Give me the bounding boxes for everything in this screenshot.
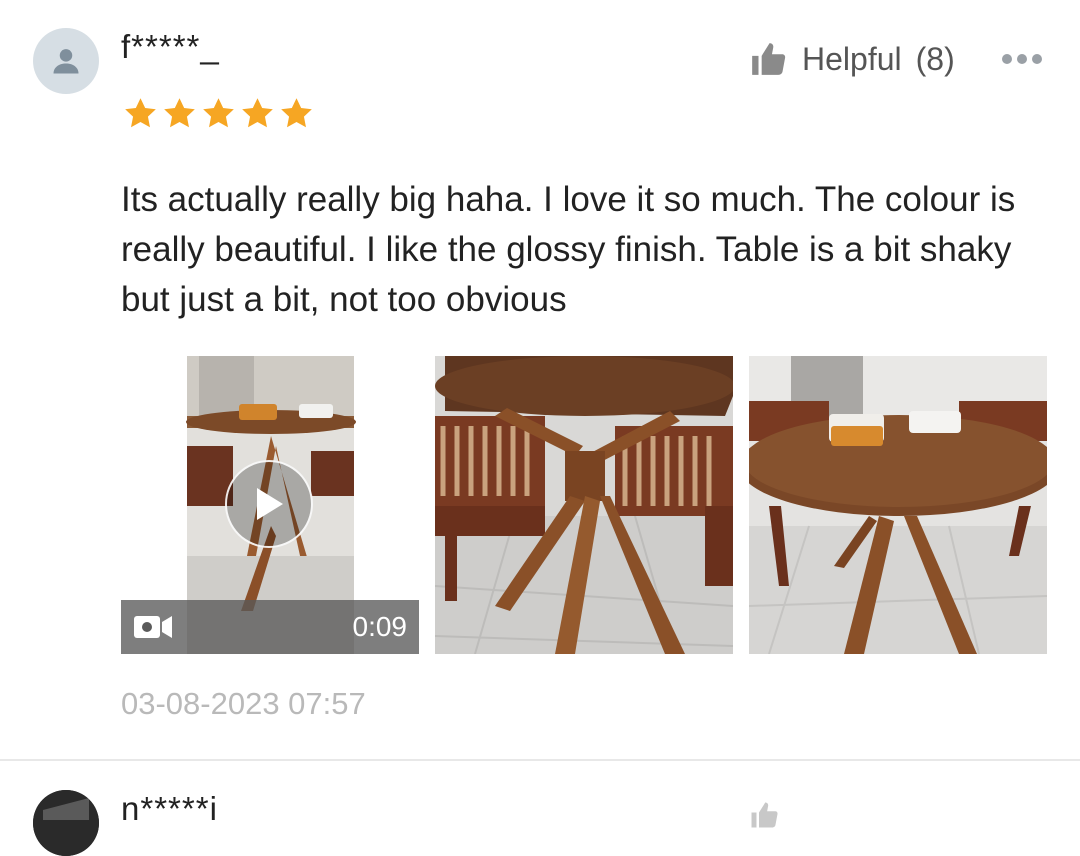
- review-photo-2[interactable]: [749, 356, 1047, 654]
- next-helpful-button[interactable]: [748, 800, 780, 830]
- star-icon: [281, 98, 312, 128]
- review-text: Its actually really big haha. I love it …: [121, 180, 1016, 319]
- video-info-bar: 0:09: [121, 600, 419, 654]
- review-photo-1[interactable]: [435, 356, 733, 654]
- star-icon: [203, 98, 234, 128]
- review-video[interactable]: 0:09: [121, 356, 419, 654]
- next-reviewer-name: n*****i: [121, 790, 218, 827]
- thumbs-up-icon: [752, 43, 786, 75]
- photo-table-top: [749, 356, 1047, 654]
- user-icon: [53, 49, 79, 74]
- play-icon: [257, 488, 283, 520]
- helpful-label: Helpful: [802, 40, 902, 77]
- more-dot: [1017, 54, 1027, 64]
- next-reviewer-avatar[interactable]: [33, 790, 99, 856]
- video-duration: 0:09: [352, 611, 408, 642]
- photo-table-legs: [435, 356, 733, 654]
- star-icon: [164, 98, 195, 128]
- more-options-button[interactable]: [1002, 54, 1042, 64]
- rating-stars: [123, 96, 314, 131]
- star-icon: [242, 98, 273, 128]
- play-button[interactable]: [225, 460, 313, 548]
- avatar-image: [33, 790, 99, 856]
- reviewer-name: f*****_: [121, 28, 220, 65]
- more-dot: [1002, 54, 1012, 64]
- more-dot: [1032, 54, 1042, 64]
- helpful-count: (8): [915, 40, 955, 77]
- thumbs-up-icon: [751, 802, 778, 828]
- review-divider: [0, 759, 1080, 761]
- helpful-button[interactable]: Helpful (8): [748, 40, 955, 78]
- video-camera-icon: [134, 616, 172, 638]
- avatar[interactable]: [33, 28, 99, 94]
- star-icon: [125, 98, 156, 128]
- review-timestamp: 03-08-2023 07:57: [121, 686, 366, 721]
